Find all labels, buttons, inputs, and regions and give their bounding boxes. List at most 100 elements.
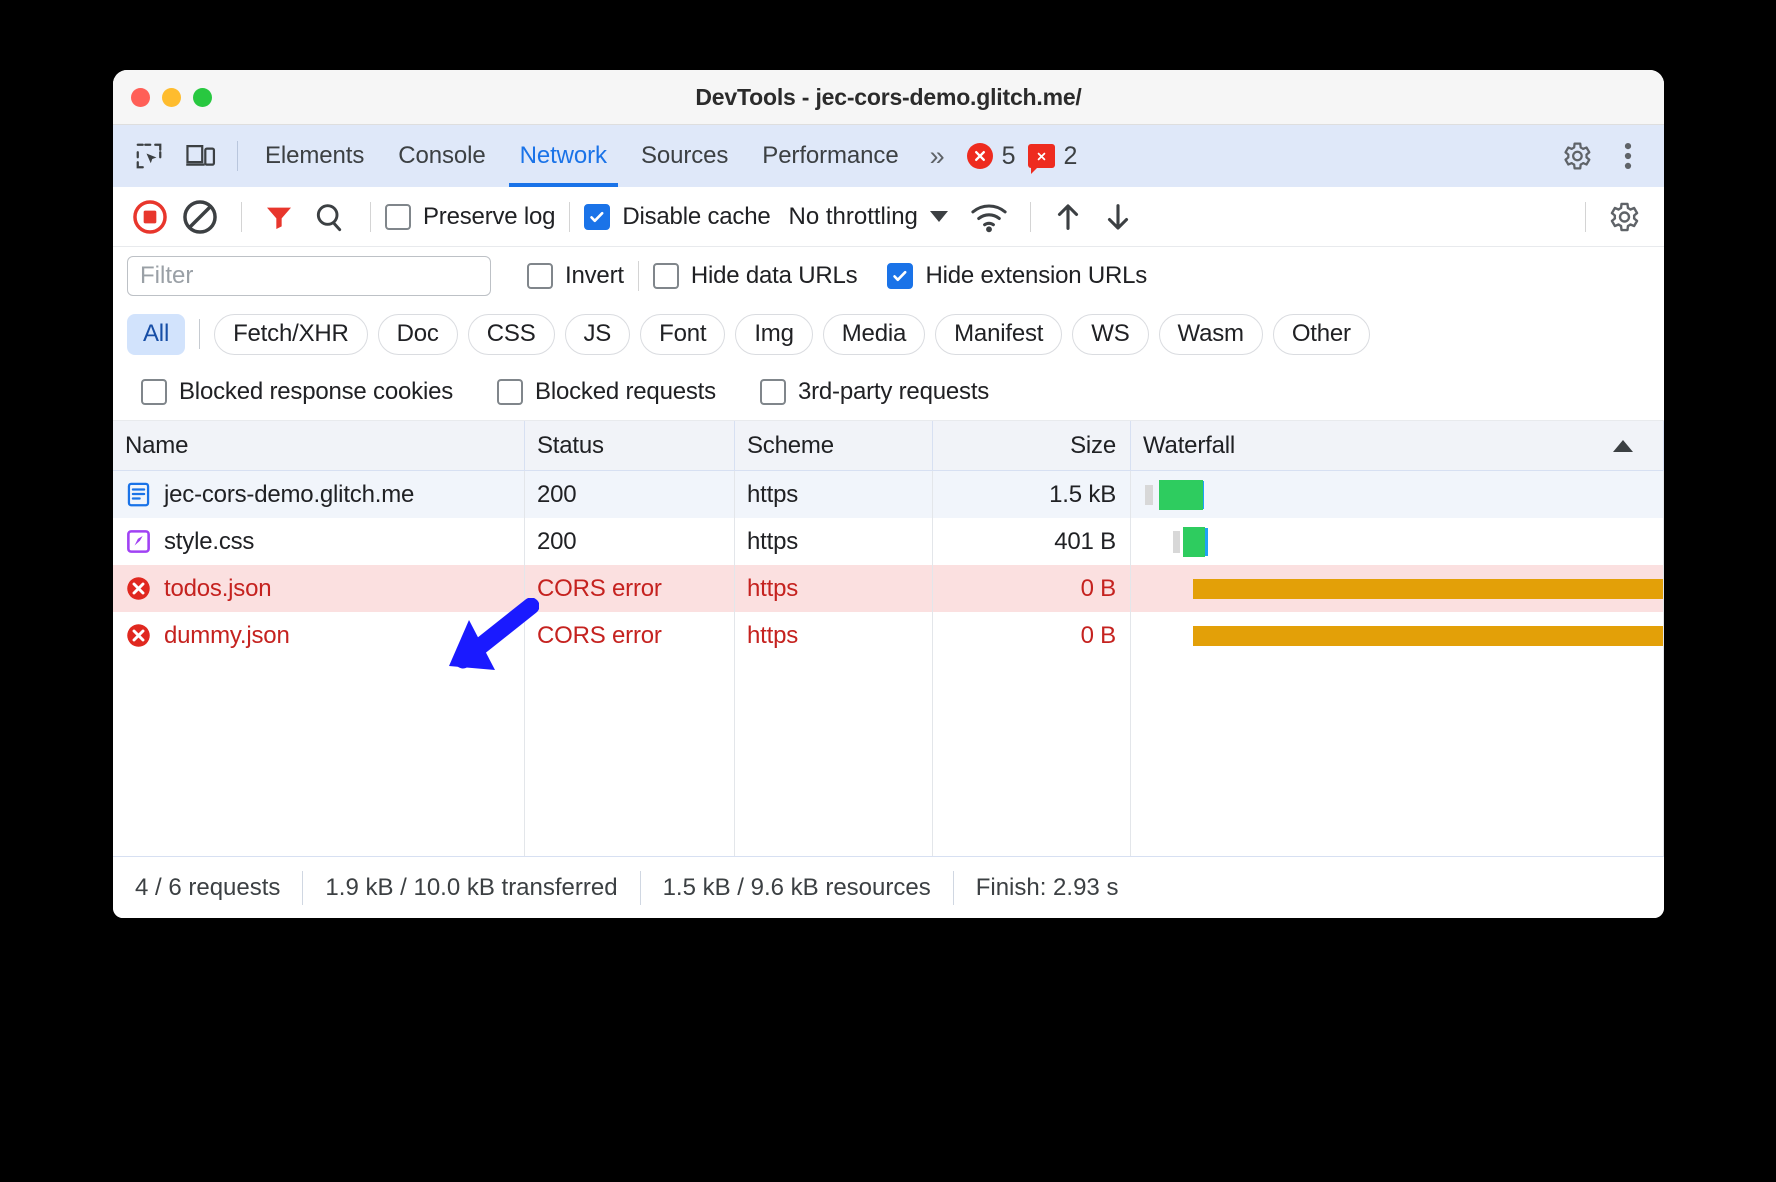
row-size-cell: 0 B (933, 565, 1131, 612)
toolbar-divider-4 (1029, 201, 1031, 232)
column-header-name[interactable]: Name (113, 420, 525, 471)
row-name-cell[interactable]: todos.json (113, 565, 525, 612)
chip-js[interactable]: JS (564, 313, 631, 355)
column-header-status[interactable]: Status (525, 420, 735, 471)
table-row[interactable]: style.css 200 https 401 B (113, 518, 1664, 565)
tab-console[interactable]: Console (381, 125, 502, 187)
chip-ws-label: WS (1091, 320, 1130, 347)
row-waterfall-cell (1131, 471, 1664, 518)
issues-count-indicator[interactable]: 2 (1027, 142, 1077, 174)
invert-checkbox[interactable]: Invert (527, 262, 624, 290)
chip-js-label: JS (583, 320, 612, 347)
preserve-log-box (385, 203, 411, 230)
error-count-indicator[interactable]: 5 (966, 142, 1016, 171)
row-name-cell[interactable]: dummy.json (113, 612, 525, 659)
row-status-cell: CORS error (525, 612, 735, 659)
chip-all[interactable]: All (127, 313, 186, 355)
blocked-requests-box (497, 378, 524, 405)
hide-data-urls-label: Hide data URLs (690, 262, 858, 289)
row-waterfall-cell (1131, 565, 1664, 612)
hide-data-urls-checkbox[interactable]: Hide data URLs (652, 262, 858, 290)
row-name-label: style.css (164, 527, 255, 555)
empty-col-name (113, 659, 525, 859)
blocked-response-cookies-box (141, 378, 167, 405)
footer-transferred: 1.9 kB / 10.0 kB transferred (325, 873, 618, 901)
waterfall-download-segment (1159, 479, 1203, 510)
chip-manifest[interactable]: Manifest (935, 313, 1063, 355)
filter-funnel-icon[interactable] (256, 194, 302, 240)
clear-button[interactable] (177, 194, 223, 240)
row-name-cell[interactable]: style.css (113, 518, 525, 565)
settings-gear-icon[interactable] (1553, 134, 1599, 178)
chip-all-label: All (143, 320, 170, 347)
table-row[interactable]: todos.json CORS error https 0 B (113, 565, 1664, 612)
chip-doc-label: Doc (396, 320, 439, 347)
chip-font[interactable]: Font (640, 313, 726, 355)
row-scheme-cell: https (735, 471, 933, 518)
chip-wasm-label: Wasm (1177, 320, 1245, 347)
devtools-window: DevTools - jec-cors-demo.glitch.me/ Elem… (113, 70, 1664, 918)
row-name-label: jec-cors-demo.glitch.me (164, 480, 415, 508)
footer-divider-3 (952, 870, 954, 905)
empty-col-size (933, 659, 1131, 859)
row-size-cell: 1.5 kB (933, 471, 1131, 518)
chip-fetch-xhr-label: Fetch/XHR (233, 320, 349, 347)
toolbar-divider-3 (569, 201, 571, 232)
hide-extension-urls-checkbox[interactable]: Hide extension URLs (887, 262, 1147, 290)
tab-sources[interactable]: Sources (624, 125, 745, 187)
row-name-label: todos.json (164, 574, 272, 602)
wifi-settings-icon[interactable] (966, 194, 1012, 240)
empty-col-status (525, 659, 735, 859)
table-row[interactable]: dummy.json CORS error https 0 B (113, 612, 1664, 659)
filter-divider (637, 261, 639, 291)
row-status-cell: 200 (525, 518, 735, 565)
network-settings-gear-icon[interactable] (1600, 194, 1646, 240)
error-circle-icon (966, 143, 993, 169)
tab-performance[interactable]: Performance (745, 125, 915, 187)
filter-input[interactable] (127, 256, 491, 296)
tabbar-divider (237, 141, 238, 171)
network-toolbar: Preserve log Disable cache No throttling (113, 187, 1664, 247)
tab-console-label: Console (398, 142, 486, 169)
blocked-response-cookies-checkbox[interactable]: Blocked response cookies (141, 378, 453, 406)
chip-fetch-xhr[interactable]: Fetch/XHR (214, 313, 368, 355)
column-header-waterfall[interactable]: Waterfall (1131, 420, 1664, 471)
upload-arrow-icon[interactable] (1045, 194, 1091, 240)
chip-css[interactable]: CSS (467, 313, 555, 355)
throttling-dropdown[interactable]: No throttling (789, 203, 948, 231)
preserve-log-label: Preserve log (423, 202, 556, 230)
chip-doc[interactable]: Doc (377, 313, 458, 355)
filter-row: Invert Hide data URLs Hide extension URL… (113, 247, 1664, 305)
chip-divider (199, 319, 201, 349)
more-tabs-chevron-icon[interactable]: » (916, 141, 955, 172)
chip-media[interactable]: Media (822, 313, 926, 355)
invert-box (527, 263, 553, 289)
preserve-log-checkbox[interactable]: Preserve log (385, 202, 556, 231)
tab-elements[interactable]: Elements (248, 125, 381, 187)
disable-cache-box (584, 203, 611, 230)
chip-other[interactable]: Other (1272, 313, 1370, 355)
column-header-size[interactable]: Size (933, 420, 1131, 471)
column-header-scheme[interactable]: Scheme (735, 420, 933, 471)
chip-ws[interactable]: WS (1072, 313, 1149, 355)
download-arrow-icon[interactable] (1095, 194, 1141, 240)
hide-extension-urls-box (887, 263, 914, 289)
table-row[interactable]: jec-cors-demo.glitch.me 200 https 1.5 kB (113, 471, 1664, 518)
more-options-icon[interactable] (1605, 134, 1651, 178)
blocked-filters-row: Blocked response cookies Blocked request… (113, 363, 1664, 421)
device-toolbar-icon[interactable] (178, 134, 224, 178)
footer-resources: 1.5 kB / 9.6 kB resources (662, 873, 931, 901)
tab-network[interactable]: Network (503, 125, 624, 187)
chip-wasm[interactable]: Wasm (1158, 313, 1263, 355)
inspect-element-icon[interactable] (126, 134, 172, 178)
row-name-cell[interactable]: jec-cors-demo.glitch.me (113, 471, 525, 518)
disable-cache-checkbox[interactable]: Disable cache (584, 203, 771, 231)
third-party-requests-box (759, 378, 786, 405)
blocked-requests-checkbox[interactable]: Blocked requests (497, 378, 716, 406)
tabbar-right-controls (1550, 134, 1664, 178)
search-icon[interactable] (306, 194, 352, 240)
record-stop-button[interactable] (127, 194, 173, 240)
chip-img[interactable]: Img (735, 313, 813, 355)
third-party-requests-checkbox[interactable]: 3rd-party requests (759, 378, 989, 406)
waterfall-stall-segment (1145, 484, 1153, 505)
